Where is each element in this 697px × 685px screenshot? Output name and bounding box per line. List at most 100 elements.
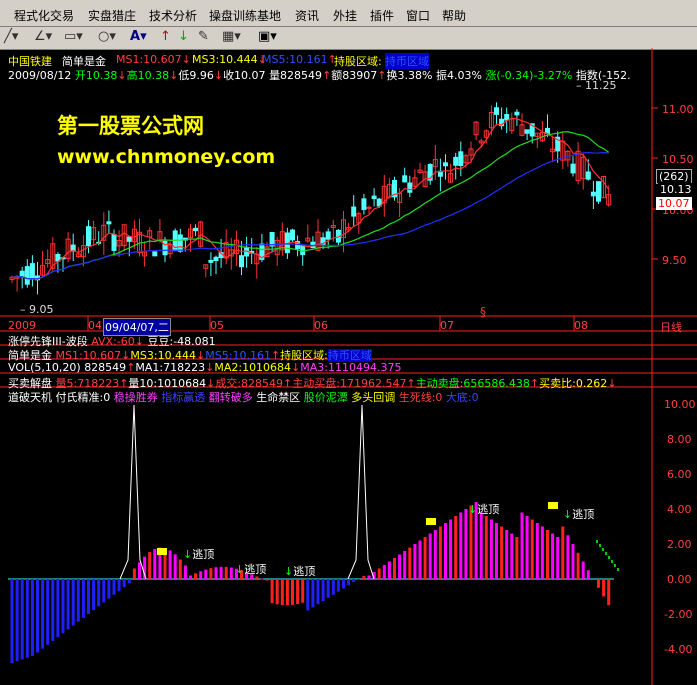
- escape-top-label: ↓逃顶: [563, 508, 595, 521]
- osc-bar: [56, 579, 60, 638]
- osc-bar: [500, 526, 504, 579]
- osc-bar: [428, 533, 432, 579]
- period-label[interactable]: 日线: [660, 319, 682, 335]
- osc-bar: [433, 530, 437, 579]
- osc-bar: [66, 579, 70, 630]
- osc-bar: [291, 579, 294, 605]
- candle-body: [366, 206, 372, 209]
- osc-bar: [602, 579, 606, 597]
- osc-bar: [301, 579, 305, 603]
- price-box-current: 10.07: [656, 197, 692, 210]
- osc-bar: [520, 512, 524, 579]
- osc-bar: [393, 558, 396, 579]
- peak-marker: [426, 518, 436, 525]
- osc-bar: [20, 579, 24, 660]
- osc-bar: [357, 579, 361, 580]
- osc-bar: [112, 579, 116, 595]
- osc-tick-neg2: -2.00: [664, 608, 693, 621]
- candle-body: [443, 162, 448, 167]
- date-label-2009: 2009: [8, 319, 36, 332]
- watermark-title: 第一股票公式网: [57, 114, 204, 138]
- osc-bar: [408, 547, 412, 579]
- osc-bar: [51, 579, 55, 641]
- escape-top-label: ↓逃顶: [468, 503, 500, 516]
- price-tick-11: 11.00: [662, 103, 694, 116]
- low-price-label: – 9.05: [20, 303, 54, 316]
- candle-body: [24, 266, 30, 285]
- ms5-value: MS5:10.161↑: [262, 53, 337, 66]
- osc-bar: [597, 579, 600, 588]
- osc-bar: [561, 526, 565, 579]
- candle-body: [596, 181, 601, 202]
- candle-body: [126, 236, 132, 242]
- osc-bar: [214, 567, 218, 579]
- osc-bar: [576, 552, 580, 579]
- price-box-1013: 10.13: [658, 183, 694, 196]
- subpanel-dptj-header: 道破天机 付氏精准:0 稳操胜券 指标赢透 翻转破多 生命禁区 股价泥潭 多头回…: [8, 391, 479, 404]
- candle-body: [111, 233, 117, 251]
- candle-body: [402, 175, 408, 183]
- osc-tick-neg4: -4.00: [664, 643, 693, 656]
- candle-body: [19, 270, 25, 278]
- osc-bar: [336, 579, 340, 592]
- escape-top-label: ↓逃顶: [235, 563, 267, 576]
- escape-top-label: ↓逃顶: [183, 548, 215, 561]
- osc-bar: [71, 579, 75, 626]
- osc-bar: [479, 512, 483, 579]
- osc-bar: [413, 544, 417, 579]
- date-label-07: 07: [440, 319, 454, 332]
- osc-bar: [362, 575, 366, 579]
- osc-bar: [444, 523, 447, 579]
- osc-bar: [398, 554, 402, 579]
- ms1-value: MS1:10.607↓: [116, 53, 191, 66]
- osc-bar: [102, 579, 106, 603]
- osc-bar: [61, 579, 65, 634]
- candle-body: [514, 111, 520, 116]
- osc-bar: [265, 579, 269, 581]
- spike-line: [347, 404, 375, 580]
- osc-bar: [97, 579, 101, 607]
- osc-bar: [194, 573, 198, 579]
- osc-tick-8: 8.00: [667, 433, 692, 446]
- osc-bar: [331, 579, 335, 595]
- osc-bar: [607, 579, 611, 606]
- candle-body: [494, 107, 499, 115]
- osc-tick-4: 4.00: [667, 503, 692, 516]
- candle-body: [570, 163, 576, 174]
- osc-bar: [122, 579, 126, 588]
- osc-bar: [168, 550, 172, 579]
- osc-tick-2: 2.00: [667, 538, 692, 551]
- osc-bar: [25, 579, 29, 658]
- candle-body: [371, 195, 377, 200]
- event-marker[interactable]: §: [480, 305, 486, 319]
- escape-top-label: ↓逃顶: [284, 565, 316, 578]
- osc-bar: [204, 569, 208, 579]
- osc-bar: [311, 579, 315, 608]
- candle-body: [86, 226, 91, 247]
- tail-point: [617, 568, 619, 571]
- osc-bar: [449, 519, 453, 579]
- osc-bar: [285, 579, 289, 606]
- candle-body: [458, 151, 464, 166]
- osc-bar: [540, 526, 544, 579]
- candle-body: [29, 263, 35, 280]
- osc-bar: [377, 568, 381, 579]
- osc-bar: [107, 579, 111, 599]
- candle-body: [269, 232, 275, 247]
- osc-bar: [454, 516, 458, 579]
- tail-point: [599, 544, 601, 547]
- tail-point: [605, 552, 607, 555]
- price-tick-1050: 10.50: [662, 153, 694, 166]
- osc-bar: [138, 562, 141, 579]
- candle-body: [106, 221, 112, 225]
- candle-body: [290, 229, 295, 241]
- osc-bar: [571, 544, 575, 579]
- osc-bar: [342, 579, 345, 589]
- osc-bar: [92, 579, 96, 611]
- osc-bar: [352, 579, 356, 583]
- peak-marker: [157, 548, 167, 555]
- candle-body: [504, 113, 510, 121]
- osc-bar: [321, 579, 325, 602]
- osc-bar: [280, 579, 284, 606]
- price-tick-950: 9.50: [662, 254, 687, 267]
